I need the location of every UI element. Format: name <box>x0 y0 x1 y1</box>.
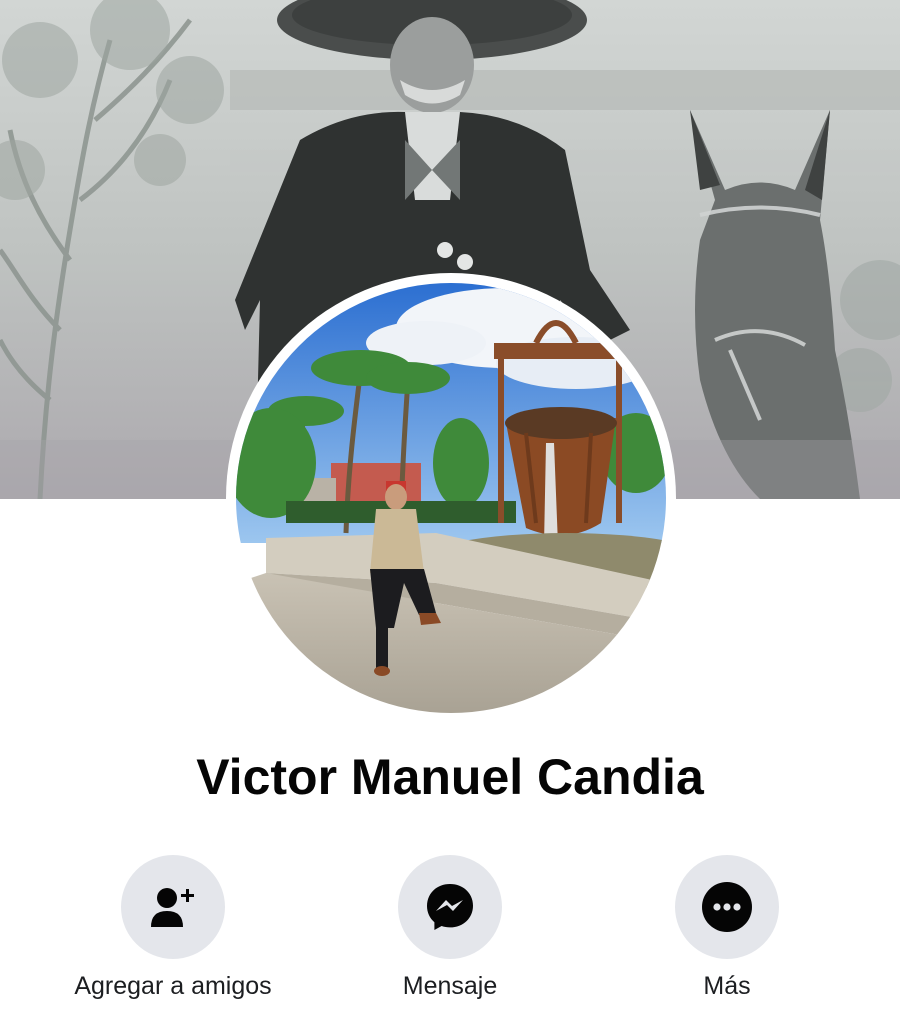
message-button[interactable]: Mensaje <box>330 855 570 1001</box>
message-icon-circle[interactable] <box>398 855 502 959</box>
more-dots-icon <box>702 882 752 932</box>
person-plus-icon <box>151 888 194 927</box>
more-icon-circle[interactable] <box>675 855 779 959</box>
messenger-icon <box>427 884 473 930</box>
profile-picture-image <box>236 283 666 713</box>
profile-picture-frame[interactable] <box>226 273 676 723</box>
more-button[interactable]: Más <box>607 855 847 1001</box>
profile-page: Victor Manuel Candia Agregar a amigos Me… <box>0 0 900 1024</box>
add-friend-icon-circle[interactable] <box>121 855 225 959</box>
profile-picture[interactable] <box>236 283 666 713</box>
more-label: Más <box>703 972 751 1000</box>
add-friend-button[interactable]: Agregar a amigos <box>53 855 293 1001</box>
profile-name: Victor Manuel Candia <box>196 749 704 805</box>
add-friend-label: Agregar a amigos <box>74 972 272 1000</box>
message-label: Mensaje <box>402 972 498 1000</box>
